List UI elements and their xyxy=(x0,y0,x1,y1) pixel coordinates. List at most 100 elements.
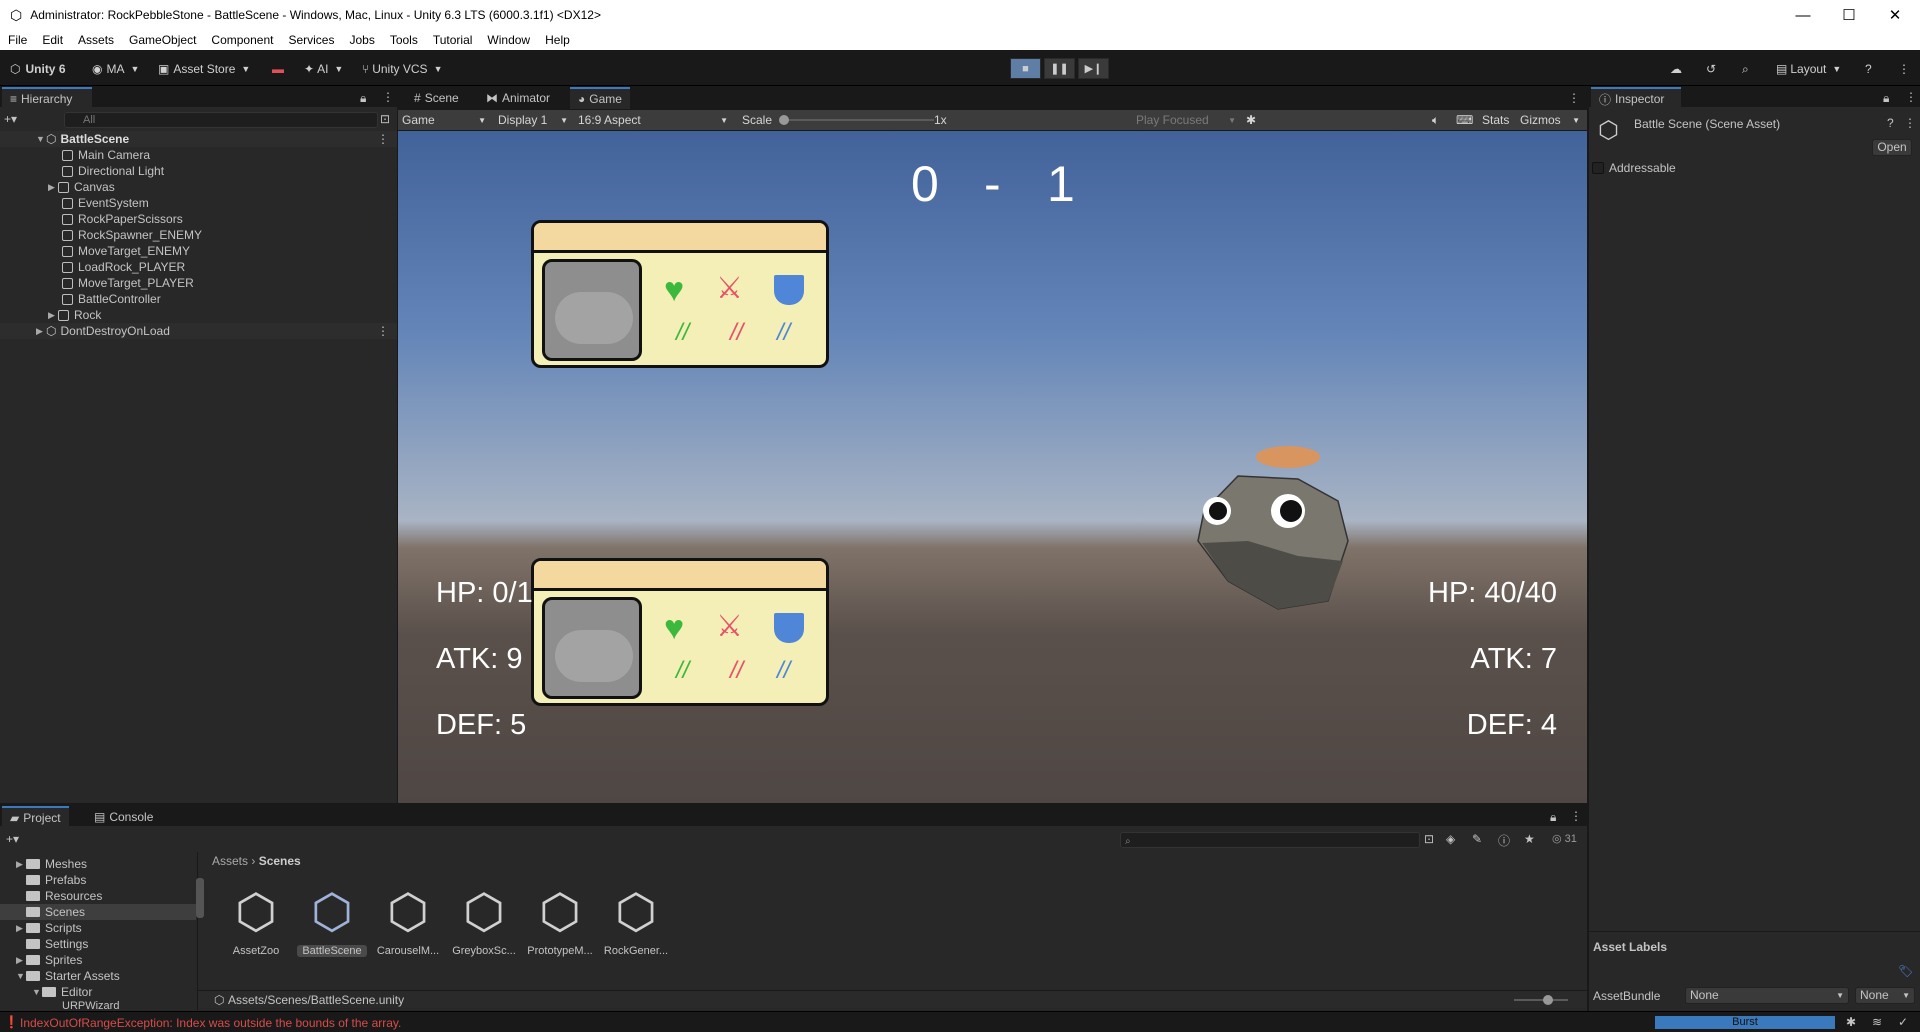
project-search-input[interactable]: ⌕ xyxy=(1120,832,1420,848)
play-focus-dropdown[interactable]: Play Focused ▼ xyxy=(1136,112,1238,128)
search-by-label-icon[interactable]: ◈ xyxy=(1446,832,1455,846)
addressable-checkbox[interactable] xyxy=(1592,162,1604,174)
lock-icon[interactable]: 🔒︎ xyxy=(1883,91,1889,106)
tab-animator[interactable]: ⧓ Animator xyxy=(478,87,558,109)
hierarchy-item[interactable]: ▶ Canvas xyxy=(48,179,115,195)
minimize-button[interactable]: — xyxy=(1780,0,1826,30)
game-viewport[interactable]: 0 - 1 ♥ ⚔ // // // ♥ ⚔ // // // HP: 0/1 … xyxy=(398,131,1587,803)
bug-icon[interactable]: ✱ xyxy=(1246,112,1256,128)
more-icon[interactable]: ⋮ xyxy=(1570,809,1582,823)
tag-icon[interactable]: 🏷︎ xyxy=(1898,964,1913,978)
hierarchy-item[interactable]: Main Camera xyxy=(62,147,150,163)
icon-size-slider-handle[interactable] xyxy=(1543,995,1553,1005)
menu-tutorial[interactable]: Tutorial xyxy=(433,33,473,47)
vcs-dropdown[interactable]: ⑂ Unity VCS ▼ xyxy=(362,59,442,79)
asset-item[interactable]: ⬡ AssetZoo xyxy=(221,885,291,957)
menu-tools[interactable]: Tools xyxy=(390,33,418,47)
keyboard-icon[interactable]: ⌨ xyxy=(1456,112,1473,128)
hierarchy-item[interactable]: LoadRock_PLAYER xyxy=(62,259,185,275)
hierarchy-item[interactable]: MoveTarget_PLAYER xyxy=(62,275,194,291)
search-options-icon[interactable]: ⊡ xyxy=(380,112,390,126)
hierarchy-scene-row[interactable]: ▼ ⬡ BattleScene ⋮ xyxy=(0,131,397,147)
breadcrumb-root[interactable]: Assets xyxy=(212,854,248,868)
step-button[interactable]: ▶❙ xyxy=(1078,58,1109,79)
menu-help[interactable]: Help xyxy=(545,33,570,47)
asset-item[interactable]: ⬡ PrototypeM... xyxy=(525,885,595,957)
open-button[interactable]: Open xyxy=(1872,139,1912,156)
more-icon[interactable]: ⋮ xyxy=(382,90,394,104)
assetbundle-variant-dropdown[interactable]: None ▼ xyxy=(1855,987,1915,1004)
cloud-icon[interactable]: ☁ xyxy=(1670,59,1682,79)
asset-item[interactable]: ⬡ CarouselM... xyxy=(373,885,443,957)
warning-filter-icon[interactable]: ⓘ xyxy=(1498,832,1510,849)
folder-row[interactable]: ▼ Editor xyxy=(32,984,92,1000)
create-asset-button[interactable]: +▾ xyxy=(6,832,19,846)
hierarchy-item[interactable]: RockSpawner_ENEMY xyxy=(62,227,202,243)
folder-row[interactable]: URPWizard xyxy=(62,1000,119,1010)
filter-icon[interactable]: ✎ xyxy=(1472,832,1482,846)
tab-game[interactable]: ◕ Game xyxy=(570,87,630,109)
hierarchy-item[interactable]: BattleController xyxy=(62,291,161,307)
more-icon[interactable]: ⋮ xyxy=(1904,116,1916,130)
aspect-dropdown[interactable]: 16:9 Aspect ▼ xyxy=(578,112,730,128)
help-icon[interactable]: ? xyxy=(1887,116,1894,130)
tab-project[interactable]: ▰ Project xyxy=(2,806,69,828)
scene-menu-icon[interactable]: ⋮ xyxy=(377,324,389,338)
asset-item[interactable]: ⬡ RockGener... xyxy=(601,885,671,957)
menu-gameobject[interactable]: GameObject xyxy=(129,33,196,47)
folder-row[interactable]: ▶ Scripts xyxy=(16,920,82,936)
menu-window[interactable]: Window xyxy=(487,33,530,47)
history-icon[interactable]: ↺ xyxy=(1706,59,1716,79)
layers-icon[interactable]: ≋ xyxy=(1872,1015,1882,1029)
create-button[interactable]: +▾ xyxy=(4,112,34,128)
scale-slider-handle[interactable] xyxy=(779,115,789,125)
account-dropdown[interactable]: ◉ MA ▼ xyxy=(92,59,139,79)
asset-store-dropdown[interactable]: ▣ Asset Store ▼ xyxy=(158,59,250,79)
hierarchy-item[interactable]: Directional Light xyxy=(62,163,164,179)
maximize-button[interactable]: ☐ xyxy=(1826,0,1872,30)
menu-component[interactable]: Component xyxy=(211,33,273,47)
menu-jobs[interactable]: Jobs xyxy=(349,33,374,47)
menu-services[interactable]: Services xyxy=(288,33,334,47)
tab-console[interactable]: ▤ Console xyxy=(86,806,161,828)
folder-scrollbar[interactable] xyxy=(196,878,204,918)
folder-row[interactable]: ▼ Starter Assets xyxy=(16,968,120,984)
hierarchy-item[interactable]: ▶ Rock xyxy=(48,307,101,323)
tab-scene[interactable]: # Scene xyxy=(406,87,467,109)
scale-slider[interactable] xyxy=(784,119,934,121)
hierarchy-search-input[interactable]: All xyxy=(64,112,378,128)
stats-button[interactable]: Stats xyxy=(1482,112,1509,128)
ai-dropdown[interactable]: ✦ AI ▼ xyxy=(304,59,343,79)
icon-size-slider[interactable] xyxy=(1514,999,1568,1001)
layout-dropdown[interactable]: ▤ Layout ▼ xyxy=(1776,59,1841,79)
package-icon[interactable]: ▬ xyxy=(272,59,284,79)
scene-menu-icon[interactable]: ⋮ xyxy=(377,132,389,146)
lock-icon[interactable]: 🔒︎ xyxy=(360,91,366,106)
tab-inspector[interactable]: ⓘ Inspector xyxy=(1591,87,1681,109)
hierarchy-item[interactable]: MoveTarget_ENEMY xyxy=(62,243,190,259)
folder-row[interactable]: Resources xyxy=(26,888,102,904)
close-window-button[interactable]: ✕ xyxy=(1872,0,1918,30)
settings-menu-icon[interactable]: ⋮ xyxy=(1898,59,1910,79)
folder-row[interactable]: ▶ Sprites xyxy=(16,952,82,968)
menu-file[interactable]: File xyxy=(8,33,27,47)
folder-row[interactable]: Settings xyxy=(26,936,88,952)
favorite-icon[interactable]: ★ xyxy=(1524,832,1535,846)
help-icon[interactable]: ? xyxy=(1865,59,1872,79)
breadcrumb-current[interactable]: Scenes xyxy=(259,854,301,868)
more-icon[interactable]: ⋮ xyxy=(1905,90,1917,104)
check-icon[interactable]: ✓ xyxy=(1898,1015,1908,1029)
hierarchy-item[interactable]: EventSystem xyxy=(62,195,149,211)
unity-account-button[interactable]: ⬡ Unity 6 xyxy=(10,59,66,79)
more-icon[interactable]: ⋮ xyxy=(1568,91,1580,105)
audio-icon[interactable]: 🔈︎ xyxy=(1432,112,1439,128)
splitter[interactable] xyxy=(197,852,198,1010)
search-by-type-icon[interactable]: ⊡ xyxy=(1424,832,1434,846)
hierarchy-item[interactable]: RockPaperScissors xyxy=(62,211,183,227)
lock-icon[interactable]: 🔒︎ xyxy=(1550,810,1556,825)
game-mode-dropdown[interactable]: Game ▼ xyxy=(402,112,488,128)
status-error-message[interactable]: IndexOutOfRangeException: Index was outs… xyxy=(20,1016,401,1030)
folder-row-selected[interactable]: Scenes xyxy=(0,904,196,920)
display-dropdown[interactable]: Display 1 ▼ xyxy=(498,112,570,128)
asset-item-selected[interactable]: ⬡ BattleScene xyxy=(297,885,367,957)
